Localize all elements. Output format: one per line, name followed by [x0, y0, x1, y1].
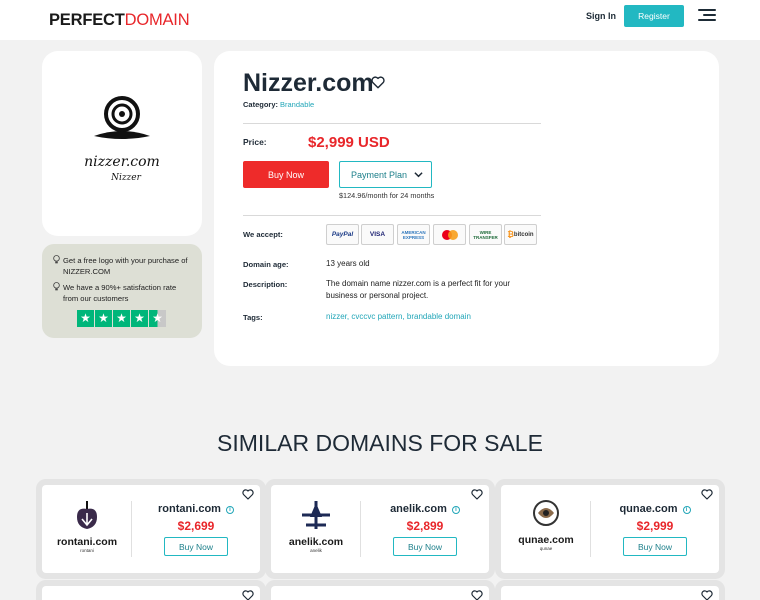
- rontani-logo-image: [77, 501, 97, 529]
- star-icon: ★: [131, 310, 148, 327]
- similar-buy-now-button[interactable]: Buy Now: [164, 537, 228, 556]
- similar-domain-name: anelik.com i: [361, 503, 489, 515]
- similar-buy-now-button[interactable]: Buy Now: [393, 537, 457, 556]
- similar-domain-card[interactable]: qunae.com qunae qunae.com i $2,999 Buy No…: [501, 485, 719, 573]
- heart-icon[interactable]: [371, 76, 385, 89]
- domain-logo-image: nizzer.com Nizzer: [84, 96, 160, 183]
- promo-free-logo: Get a free logo with your purchase of NI…: [52, 255, 192, 277]
- similar-domain-logo: rontani.com rontani: [50, 499, 124, 559]
- visa-icon: VISA: [361, 224, 394, 245]
- star-icon: ★: [77, 310, 94, 327]
- similar-domain-card[interactable]: [42, 586, 260, 600]
- trustpilot-rating[interactable]: ★ ★ ★ ★ ★: [77, 310, 166, 327]
- heart-icon[interactable]: [701, 590, 713, 600]
- heart-icon[interactable]: [242, 489, 254, 500]
- domain-detail-card: Nizzer.com Category: Brandable Price: $2,…: [214, 51, 719, 366]
- similar-domain-logo: qunae.com qunae: [509, 499, 583, 559]
- heart-icon[interactable]: [471, 590, 483, 600]
- star-icon: ★: [113, 310, 130, 327]
- heart-icon[interactable]: [471, 489, 483, 500]
- info-icon[interactable]: i: [225, 506, 234, 514]
- info-icon[interactable]: i: [682, 506, 691, 514]
- paypal-icon: PayPal: [326, 224, 359, 245]
- accept-label: We accept:: [243, 230, 283, 239]
- register-button[interactable]: Register: [624, 5, 684, 27]
- lightbulb-icon: [53, 255, 60, 264]
- similar-buy-now-button[interactable]: Buy Now: [623, 537, 687, 556]
- hamburger-menu-icon[interactable]: [698, 9, 716, 23]
- qunae-logo-image: [533, 500, 559, 526]
- heart-icon[interactable]: [701, 489, 713, 500]
- similar-domain-price: $2,699: [177, 519, 215, 533]
- domain-age-value: 13 years old: [326, 259, 370, 268]
- price-label: Price:: [243, 137, 267, 147]
- half-star-icon: ★: [149, 310, 166, 327]
- payment-plan-label: Payment Plan: [351, 169, 408, 180]
- category: Category: Brandable: [243, 100, 315, 109]
- promo-panel: Get a free logo with your purchase of NI…: [42, 244, 202, 338]
- price-value: $2,999 USD: [308, 134, 390, 151]
- tags-label: Tags:: [243, 313, 263, 322]
- similar-domain-name: qunae.com i: [591, 503, 719, 515]
- similar-domain-price: $2,999: [636, 519, 674, 533]
- domain-age-label: Domain age:: [243, 260, 289, 269]
- divider: [243, 215, 541, 216]
- payment-plan-button[interactable]: Payment Plan: [339, 161, 432, 188]
- wire-transfer-icon: WIRE TRANSFER: [469, 224, 502, 245]
- lightbulb-icon: [53, 282, 60, 291]
- site-logo[interactable]: PERFECTDOMAIN: [49, 11, 190, 30]
- mastercard-icon: [433, 224, 466, 245]
- svg-text:nizzer.com: nizzer.com: [84, 154, 160, 170]
- star-icon: ★: [95, 310, 112, 327]
- amex-icon: AMERICAN EXPRESS: [397, 224, 430, 245]
- similar-domain-card[interactable]: anelik.com anelik anelik.com i $2,899 Buy…: [271, 485, 489, 573]
- chevron-down-icon: [414, 172, 423, 178]
- info-icon[interactable]: i: [451, 506, 460, 514]
- similar-domains-heading: SIMILAR DOMAINS FOR SALE: [217, 430, 543, 456]
- domain-logo-card: nizzer.com Nizzer: [42, 51, 202, 236]
- promo-satisfaction: We have a 90%+ satisfaction rate from ou…: [52, 282, 192, 304]
- heart-icon[interactable]: [242, 590, 254, 600]
- site-header: PERFECTDOMAIN Sign In Register: [0, 0, 760, 40]
- domain-title: Nizzer.com: [243, 69, 374, 97]
- similar-domain-price: $2,899: [406, 519, 444, 533]
- similar-domain-name: rontani.com i: [132, 503, 260, 515]
- svg-text:Nizzer: Nizzer: [110, 173, 142, 183]
- description-value: The domain name nizzer.com is a perfect …: [326, 279, 511, 300]
- similar-domain-card[interactable]: [271, 586, 489, 600]
- similar-domain-logo: anelik.com anelik: [279, 499, 353, 559]
- buy-now-button[interactable]: Buy Now: [243, 161, 329, 188]
- divider: [243, 123, 541, 124]
- anelik-logo-image: [302, 501, 330, 529]
- bitcoin-icon: ₿ bitcoin: [504, 224, 537, 245]
- sign-in-link[interactable]: Sign In: [586, 11, 616, 21]
- logo-bold-text: PERFECT: [49, 11, 125, 29]
- tags-links[interactable]: nizzer, cvccvc pattern, brandable domain: [326, 311, 471, 323]
- category-link[interactable]: Brandable: [280, 100, 314, 109]
- similar-domain-card[interactable]: rontani.com rontani rontani.com i $2,699 …: [42, 485, 260, 573]
- similar-domain-card[interactable]: [501, 586, 719, 600]
- logo-light-text: DOMAIN: [124, 11, 190, 29]
- payment-plan-note: $124.96/month for 24 months: [339, 191, 435, 200]
- description-label: Description:: [243, 280, 288, 289]
